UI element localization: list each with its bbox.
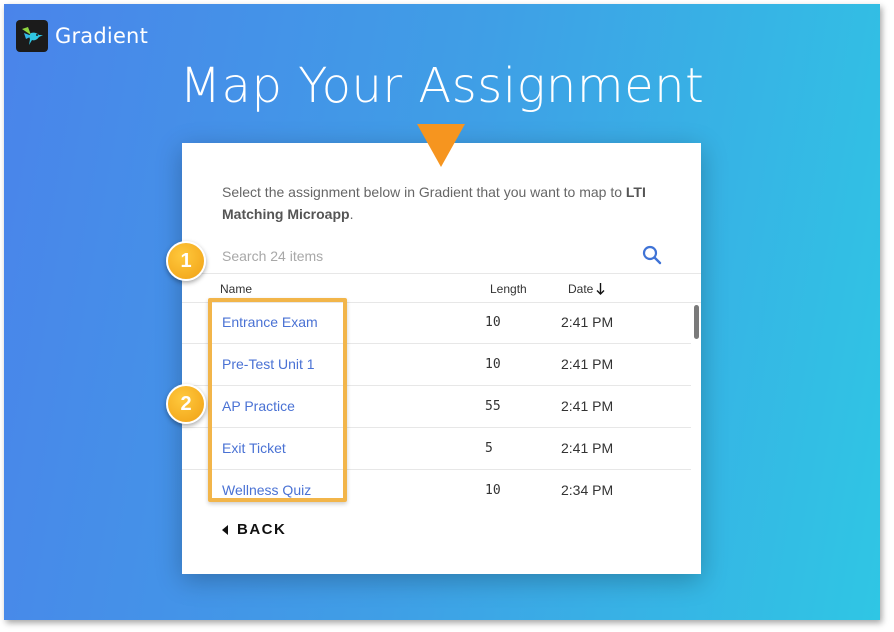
search-icon[interactable] [642,245,662,265]
assignment-length: 55 [485,399,501,414]
instruction-body: Select the assignment below in Gradient … [222,184,626,200]
brand-logo: Gradient [16,20,148,52]
column-header-name[interactable]: Name [220,282,252,296]
assignment-names-highlight [208,298,347,502]
assignment-date: 2:41 PM [561,398,614,414]
back-button[interactable]: BACK [222,521,286,538]
column-header-date[interactable]: Date [568,282,605,296]
instruction-suffix: . [349,206,354,222]
page-title: Map Your Assignment [179,58,705,114]
step-badge-1: 1 [166,241,206,281]
column-header-length[interactable]: Length [490,282,527,296]
caret-left-icon [222,524,228,535]
hummingbird-logo-icon [16,20,48,52]
search-bar [182,239,701,274]
arrow-down-icon [596,283,605,295]
brand-name: Gradient [55,24,149,48]
assignment-length: 10 [485,357,501,372]
pointer-arrow-icon [417,124,465,167]
search-input[interactable] [220,243,624,269]
assignment-date: 2:41 PM [561,440,614,456]
assignment-date: 2:34 PM [561,482,614,498]
assignment-length: 10 [485,315,501,330]
back-button-label: BACK [237,521,287,538]
app-background: Gradient Map Your Assignment Select the … [4,4,880,620]
assignment-length: 5 [485,441,493,456]
step-badge-2: 2 [166,384,206,424]
list-scrollbar[interactable] [694,305,699,339]
instruction-text: Select the assignment below in Gradient … [222,181,672,225]
column-header-date-label: Date [568,282,594,296]
assignment-date: 2:41 PM [561,314,614,330]
assignment-length: 10 [485,483,501,498]
assignment-date: 2:41 PM [561,356,614,372]
